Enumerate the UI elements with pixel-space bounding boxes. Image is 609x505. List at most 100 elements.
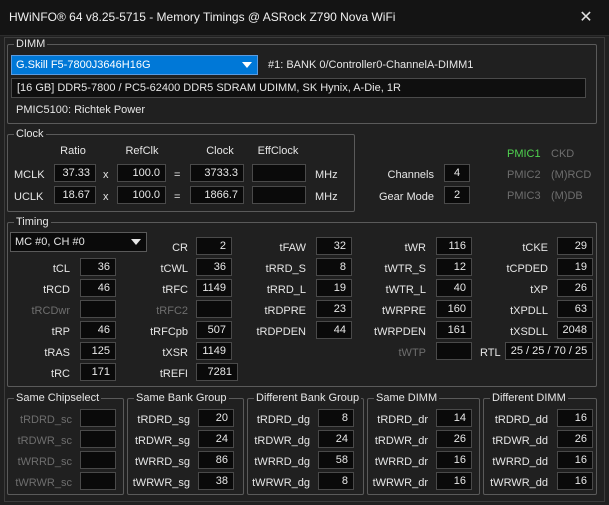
- trp-label: tRP: [51, 326, 70, 338]
- trrd-s-label: tRRD_S: [265, 263, 306, 275]
- trcd-label: tRCD: [43, 284, 70, 296]
- twrwr-dr-label: tWRWR_dr: [372, 477, 428, 489]
- mclk-ratio: 37.33: [54, 164, 96, 182]
- dimm-module-selected: G.Skill F5-7800J3646H16G: [16, 59, 151, 71]
- twtp-label: tWTP: [398, 347, 427, 359]
- tcl-value: 36: [80, 258, 116, 276]
- trrd-l-label: tRRD_L: [266, 284, 306, 296]
- twrwr-dg-label: tWRWR_dg: [252, 477, 310, 489]
- trdwr-dr-value: 26: [436, 430, 472, 448]
- pmic1-mode: CKD: [551, 148, 575, 160]
- timing-group-title: Timing: [14, 216, 51, 228]
- twrwr-dg-value: 8: [318, 472, 354, 490]
- tcke-label: tCKE: [522, 242, 548, 254]
- pmic3-name: PMIC3: [507, 190, 541, 202]
- twrrd-sc-value: [80, 451, 116, 469]
- timing-channel-selected: MC #0, CH #0: [15, 236, 85, 248]
- trdwr-sc-label: tRDWR_sc: [17, 435, 72, 447]
- twtr-s-label: tWTR_S: [384, 263, 426, 275]
- twrwr-sg-label: tWRWR_sg: [132, 477, 190, 489]
- tcl-label: tCL: [52, 263, 70, 275]
- txp-value: 26: [557, 279, 593, 297]
- clock-header-clock: Clock: [206, 145, 234, 157]
- trdwr-dd-label: tRDWR_dd: [492, 435, 548, 447]
- dimm-bank-info: #1: BANK 0/Controller0-ChannelA-DIMM1: [268, 59, 474, 71]
- twrrd-sg-value: 86: [198, 451, 234, 469]
- twrrd-sg-label: tWRRD_sg: [134, 456, 190, 468]
- trdwr-sg-value: 24: [198, 430, 234, 448]
- title-bar: HWiNFO® 64 v8.25-5715 - Memory Timings @…: [0, 0, 609, 36]
- trp-value: 46: [80, 321, 116, 339]
- trdrd-dd-value: 16: [557, 409, 593, 427]
- dimm-module-desc-text: [16 GB] DDR5-7800 / PC5-62400 DDR5 SDRAM…: [17, 82, 401, 94]
- trc-value: 171: [80, 363, 116, 381]
- pmic2-name: PMIC2: [507, 169, 541, 181]
- tcwl-label: tCWL: [160, 263, 189, 275]
- uclk-equals: =: [174, 191, 181, 203]
- twrrd-dg-value: 58: [318, 451, 354, 469]
- txp-label: tXP: [530, 284, 548, 296]
- mclk-multiply: x: [103, 169, 109, 181]
- tfaw-label: tFAW: [279, 242, 306, 254]
- twrpre-label: tWRPRE: [382, 305, 426, 317]
- dimm-module-description: [16 GB] DDR5-7800 / PC5-62400 DDR5 SDRAM…: [11, 78, 586, 98]
- twrpden-label: tWRPDEN: [374, 326, 426, 338]
- chevron-down-icon: [242, 62, 252, 68]
- twrwr-sg-value: 38: [198, 472, 234, 490]
- trdrd-sg-value: 20: [198, 409, 234, 427]
- trdrd-dg-label: tRDRD_dg: [256, 414, 310, 426]
- txsr-value: 1149: [196, 342, 232, 360]
- pmic2-mode: (M)RCD: [551, 169, 592, 181]
- trrd-s-value: 8: [316, 258, 352, 276]
- channels-value: 4: [444, 164, 470, 182]
- same-bank-group-title: Same Bank Group: [134, 392, 229, 404]
- different-dimm-title: Different DIMM: [490, 392, 568, 404]
- twrrd-dr-value: 16: [436, 451, 472, 469]
- close-icon[interactable]: ✕: [563, 0, 609, 36]
- twrrd-dd-value: 16: [557, 451, 593, 469]
- uclk-effclock: [252, 186, 306, 204]
- twrwr-sc-label: tWRWR_sc: [15, 477, 72, 489]
- clock-group-title: Clock: [14, 128, 46, 140]
- twrwr-dr-value: 16: [436, 472, 472, 490]
- gear-mode-label: Gear Mode: [378, 191, 434, 203]
- txpdll-label: tXPDLL: [510, 305, 548, 317]
- timing-channel-select[interactable]: MC #0, CH #0: [10, 232, 147, 252]
- uclk-refclk: 100.0: [117, 186, 166, 204]
- dimm-module-select[interactable]: G.Skill F5-7800J3646H16G: [11, 55, 258, 75]
- trdwr-sg-label: tRDWR_sg: [134, 435, 190, 447]
- tras-label: tRAS: [44, 347, 70, 359]
- tcke-value: 29: [557, 237, 593, 255]
- twtr-s-value: 12: [436, 258, 472, 276]
- twtr-l-label: tWTR_L: [385, 284, 426, 296]
- mclk-effclock: [252, 164, 306, 182]
- mclk-clock: 3733.3: [190, 164, 244, 182]
- trdwr-dg-value: 24: [318, 430, 354, 448]
- tfaw-value: 32: [316, 237, 352, 255]
- uclk-clock: 1866.7: [190, 186, 244, 204]
- twrrd-dd-label: tWRRD_dd: [492, 456, 548, 468]
- trdrd-dr-label: tRDRD_dr: [377, 414, 428, 426]
- pmic3-mode: (M)DB: [551, 190, 583, 202]
- channels-label: Channels: [387, 169, 434, 181]
- trdpden-value: 44: [316, 321, 352, 339]
- rtl-value: 25 / 25 / 70 / 25: [505, 342, 593, 360]
- cr-value: 2: [196, 237, 232, 255]
- twtp-value: [436, 342, 472, 360]
- trcdwr-label: tRCDwr: [31, 305, 71, 317]
- dimm-pmic-info: PMIC5100: Richtek Power: [16, 104, 145, 116]
- trdrd-dd-label: tRDRD_dd: [494, 414, 548, 426]
- mclk-unit: MHz: [315, 169, 338, 181]
- mclk-equals: =: [174, 169, 181, 181]
- trfc-value: 1149: [196, 279, 232, 297]
- twrwr-dd-label: tWRWR_dd: [490, 477, 548, 489]
- uclk-label: UCLK: [14, 191, 44, 203]
- trdpre-label: tRDPRE: [264, 305, 306, 317]
- uclk-multiply: x: [103, 191, 109, 203]
- twrrd-dr-label: tWRRD_dr: [374, 456, 428, 468]
- txsr-label: tXSR: [162, 347, 188, 359]
- trdwr-sc-value: [80, 430, 116, 448]
- clock-header-effclock: EffClock: [257, 145, 299, 157]
- trfcpb-label: tRFCpb: [150, 326, 188, 338]
- trdrd-sc-value: [80, 409, 116, 427]
